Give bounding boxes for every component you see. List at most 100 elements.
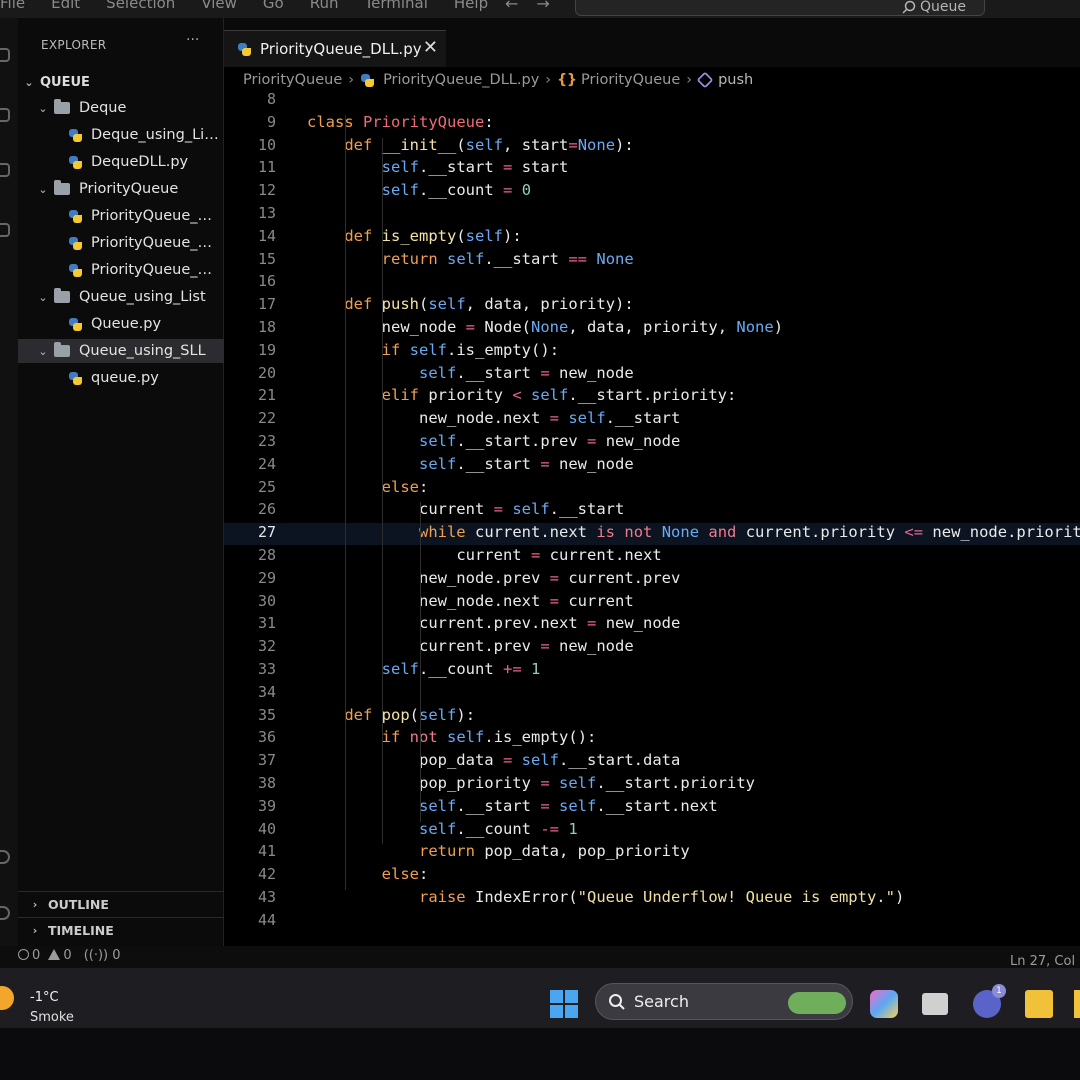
code-line[interactable]: 15 return self.__start == None (224, 250, 1080, 272)
code-line[interactable]: 31 current.prev.next = new_node (224, 614, 1080, 636)
files-icon[interactable] (0, 48, 10, 62)
code-line[interactable]: 29 new_node.prev = current.prev (224, 569, 1080, 591)
code-line[interactable]: 35 def pop(self): (224, 706, 1080, 728)
code-line[interactable]: 12 self.__count = 0 (224, 181, 1080, 203)
tree-file[interactable]: PriorityQueue_DLL.py (18, 204, 224, 228)
code-line[interactable]: 24 self.__start = new_node (224, 455, 1080, 477)
code-text: new_node = Node(None, data, priority, No… (381, 318, 784, 336)
breadcrumb-method[interactable]: push (718, 72, 753, 88)
code-line[interactable]: 26 current = self.__start (224, 500, 1080, 522)
code-line[interactable]: 27 while current.next is not None and cu… (224, 523, 1080, 546)
code-line[interactable]: 18 new_node = Node(None, data, priority,… (224, 318, 1080, 340)
close-icon[interactable]: ✕ (423, 37, 438, 58)
command-center[interactable]: Queue (575, 0, 985, 16)
code-line[interactable]: 13 (224, 204, 1080, 226)
more-actions-icon[interactable]: ··· (186, 32, 199, 48)
code-line[interactable]: 39 self.__start = self.__start.next (224, 797, 1080, 819)
code-line[interactable]: 25 else: (224, 478, 1080, 500)
code-line[interactable]: 10 def __init__(self, start=None): (224, 136, 1080, 158)
line-number: 34 (257, 682, 276, 701)
code-line[interactable]: 44 (224, 911, 1080, 933)
tree-folder[interactable]: ⌄ PriorityQueue (18, 177, 224, 201)
run-debug-icon[interactable] (0, 223, 10, 237)
taskbar-search[interactable]: Search (595, 983, 853, 1020)
forward-arrow-icon[interactable]: → (536, 0, 549, 13)
tree-folder[interactable]: ⌄ Queue_using_List (18, 285, 224, 309)
code-line[interactable]: 16 (224, 272, 1080, 294)
breadcrumb-folder[interactable]: PriorityQueue (243, 72, 342, 88)
sun-icon (0, 986, 14, 1010)
ports-count: 0 (112, 948, 121, 963)
tree-file[interactable]: Deque_using_List.py (18, 123, 224, 147)
outline-section[interactable]: › OUTLINE (18, 891, 224, 917)
code-line[interactable]: 20 self.__start = new_node (224, 364, 1080, 386)
tab-priorityqueue-dll[interactable]: PriorityQueue_DLL.py ✕ (224, 30, 446, 67)
menu-item-help[interactable]: Help (454, 0, 488, 12)
menu-item-view[interactable]: View (201, 0, 237, 12)
pinned-app-icon[interactable] (1074, 990, 1080, 1018)
python-file-icon (68, 317, 83, 332)
chevron-right-icon: › (32, 924, 38, 937)
menu-item-selection[interactable]: Selection (106, 0, 175, 12)
line-number: 18 (257, 318, 276, 336)
code-line[interactable]: 33 self.__count += 1 (224, 660, 1080, 682)
code-line[interactable]: 32 current.prev = new_node (224, 637, 1080, 659)
ports-status[interactable]: ((·)) 0 (84, 948, 121, 963)
tree-file[interactable]: queue.py (18, 366, 224, 390)
back-arrow-icon[interactable]: ← (505, 0, 518, 13)
code-line[interactable]: 43 raise IndexError("Queue Underflow! Qu… (224, 888, 1080, 910)
breadcrumb-class[interactable]: PriorityQueue (581, 72, 680, 88)
timeline-section[interactable]: › TIMELINE (18, 917, 224, 943)
account-icon[interactable] (0, 850, 10, 864)
workspace-root[interactable]: ⌄ QUEUE (18, 70, 224, 94)
tree-file[interactable]: DequeDLL.py (18, 150, 224, 174)
chevron-down-icon: ⌄ (38, 182, 48, 196)
menu-item-terminal[interactable]: Terminal (365, 0, 428, 12)
menu-item-edit[interactable]: Edit (51, 0, 80, 12)
tree-file[interactable]: PriorityQueue_using_List.py (18, 258, 224, 282)
tree-file[interactable]: Queue.py (18, 312, 224, 336)
tree-folder[interactable]: ⌄ Queue_using_SLL (18, 339, 224, 363)
tree-folder[interactable]: ⌄ Deque (18, 96, 224, 120)
task-view-icon[interactable] (922, 993, 948, 1015)
cursor-position[interactable]: Ln 27, Col 6 (1010, 954, 1080, 969)
code-line[interactable]: 36 if not self.is_empty(): (224, 728, 1080, 750)
menu-item-run[interactable]: Run (310, 0, 339, 12)
breadcrumb-file[interactable]: PriorityQueue_DLL.py (383, 72, 539, 88)
code-line[interactable]: 28 current = current.next (224, 546, 1080, 568)
menu-item-file[interactable]: File (0, 0, 25, 12)
problems-status[interactable]: 0 0 (18, 948, 72, 963)
code-line[interactable]: 42 else: (224, 865, 1080, 887)
line-number: 28 (257, 546, 276, 564)
code-line[interactable]: 40 self.__count -= 1 (224, 820, 1080, 842)
line-number: 39 (257, 796, 276, 815)
file-explorer-icon[interactable] (1025, 990, 1053, 1018)
code-line[interactable]: 38 pop_priority = self.__start.priority (224, 774, 1080, 796)
copilot-icon[interactable] (870, 990, 898, 1018)
code-line[interactable]: 30 new_node.next = current (224, 592, 1080, 614)
search-icon[interactable] (0, 108, 10, 122)
code-text: pop_data = self.__start.data (418, 751, 681, 770)
code-line[interactable]: 21 elif priority < self.__start.priority… (224, 386, 1080, 408)
code-line[interactable]: 14 def is_empty(self): (224, 227, 1080, 249)
code-editor[interactable]: 8 9 class PriorityQueue: 10 def __init__(se… (224, 90, 1080, 946)
code-line[interactable]: 37 pop_data = self.__start.data (224, 751, 1080, 773)
code-line[interactable]: 11 self.__start = start (224, 158, 1080, 180)
source-control-icon[interactable] (0, 163, 10, 177)
code-line[interactable]: 23 self.__start.prev = new_node (224, 432, 1080, 454)
code-line[interactable]: 19 if self.is_empty(): (224, 341, 1080, 363)
code-line[interactable]: 8 (224, 90, 1080, 112)
line-number: 13 (257, 204, 276, 222)
code-line[interactable]: 9 class PriorityQueue: (224, 113, 1080, 135)
code-line[interactable]: 41 return pop_data, pop_priority (224, 842, 1080, 864)
windows-start-icon[interactable] (550, 990, 578, 1018)
outline-label: OUTLINE (48, 897, 109, 912)
weather-description: Smoke (30, 1010, 74, 1025)
code-text: new_node.prev = current.prev (418, 568, 681, 587)
code-line[interactable]: 34 (224, 683, 1080, 705)
gear-icon[interactable] (0, 906, 10, 920)
code-line[interactable]: 17 def push(self, data, priority): (224, 295, 1080, 317)
menu-item-go[interactable]: Go (263, 0, 284, 12)
code-line[interactable]: 22 new_node.next = self.__start (224, 409, 1080, 431)
tree-file[interactable]: PriorityQueue_SLL.py (18, 231, 224, 255)
